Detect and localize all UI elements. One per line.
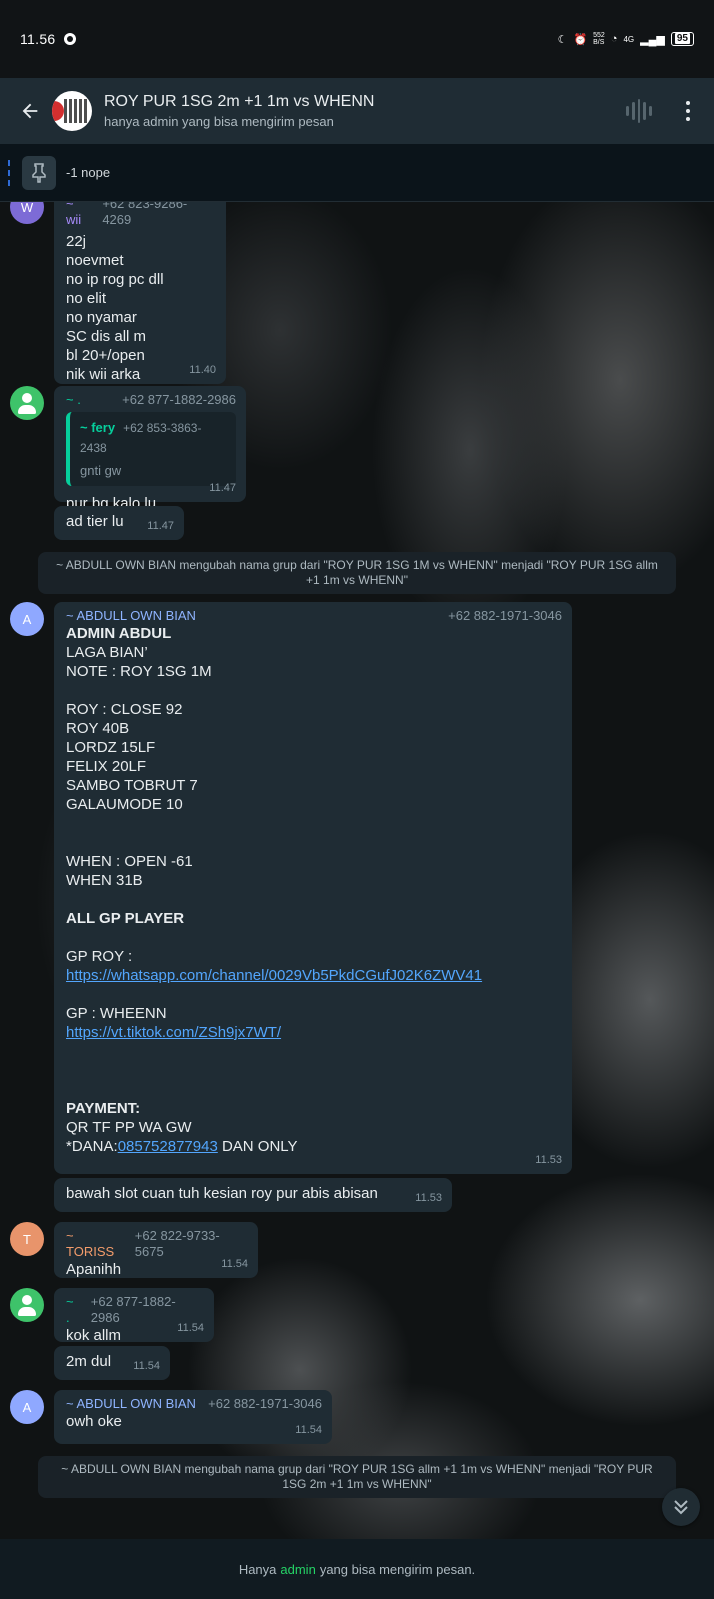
message-bubble[interactable]: ~ TORISS +62 822-9733-5675 Apanihh 11.54 (54, 1222, 258, 1278)
avatar[interactable]: A (10, 1390, 44, 1424)
chat-header: ROY PUR 1SG 2m +1 1m vs WHENN hanya admi… (0, 78, 714, 144)
sender-name: ~ ABDULL OWN BIAN (66, 1396, 196, 1411)
net-speed: 552 B/S (593, 32, 605, 46)
message-text: PAYMENT: (66, 1100, 141, 1117)
dnd-moon-icon: ☾ (557, 33, 568, 46)
message-text: owh oke (66, 1413, 122, 1430)
system-message: ~ ABDULL OWN BIAN mengubah nama grup dar… (38, 1456, 676, 1498)
sender-name: ~ . (66, 392, 81, 407)
message-time: 11.53 (415, 1192, 442, 1204)
message-list[interactable]: W ~ wii +62 823-9286-4269 22j noevmet no… (0, 202, 714, 1539)
message-time: 11.54 (177, 1322, 204, 1334)
gp-roy-link[interactable]: https://whatsapp.com/channel/0029Vb5PkdC… (66, 966, 562, 985)
message-bubble[interactable]: ~ . +62 877-1882-2986 ~ fery +62 853-3863… (54, 386, 246, 512)
message-bubble[interactable]: ad tier lu 11.47 (54, 506, 184, 540)
message-text: ALL GP PLAYER (66, 910, 185, 927)
group-info[interactable]: ROY PUR 1SG 2m +1 1m vs WHENN hanya admi… (104, 93, 374, 129)
message-bubble[interactable]: ~ wii +62 823-9286-4269 22j noevmet no i… (54, 202, 226, 384)
sender-name: ~ wii (66, 202, 82, 227)
message-time: 11.54 (133, 1360, 160, 1372)
message-sender: ~ ABDULL OWN BIAN +62 882-1971-3046 (66, 1396, 322, 1412)
avatar[interactable]: W (10, 202, 44, 224)
dana-number-link[interactable]: 085752877943 (118, 1138, 218, 1155)
admin-only-footer: Hanya admin yang bisa mengirim pesan. (0, 1539, 714, 1599)
sender-name: ~ . (66, 1294, 74, 1325)
sender-phone: +62 823-9286-4269 (102, 202, 188, 227)
message-time: 11.54 (221, 1258, 248, 1270)
status-bar: 11.56 ☾ ⏰ 552 B/S ◔ 4G ▂▄▆ 95 (0, 0, 714, 78)
admin-link[interactable]: admin (280, 1562, 315, 1577)
notification-icon (63, 33, 76, 45)
wifi-icon: ◔ (610, 33, 618, 45)
group-avatar[interactable] (52, 91, 92, 131)
message-bubble[interactable]: ~ . +62 877-1882-2986 kok allm 11.54 (54, 1288, 214, 1344)
message-text: ADMIN ABDUL (66, 625, 172, 642)
message-time: 11.53 (535, 1154, 562, 1166)
message-sender: ~ wii +62 823-9286-4269 (66, 202, 216, 228)
group-subtitle: hanya admin yang bisa mengirim pesan (104, 114, 334, 129)
message-sender: ~ ABDULL OWN BIAN +62 882-1971-3046 (66, 608, 562, 624)
message-bubble[interactable]: ~ ABDULL OWN BIAN +62 882-1971-3046 owh … (54, 1390, 332, 1444)
sender-name: ~ TORISS (66, 1228, 115, 1259)
pinned-indicator (8, 160, 11, 186)
group-title: ROY PUR 1SG 2m +1 1m vs WHENN (104, 93, 375, 110)
back-arrow-icon[interactable] (8, 89, 52, 133)
gp-wheenn-link[interactable]: https://vt.tiktok.com/ZSh9jx7WT/ (66, 1023, 562, 1042)
sender-phone: +62 877-1882-2986 (122, 392, 236, 407)
quoted-message[interactable]: ~ fery +62 853-3863-2438 gnti gw (66, 412, 236, 486)
message-time: 11.47 (147, 520, 174, 532)
signal-icon: ▂▄▆ (640, 33, 665, 46)
message-text: LAGA BIAN’ NOTE : ROY 1SG 1M ROY : CLOSE… (66, 644, 212, 889)
status-icons: ☾ ⏰ 552 B/S ◔ 4G ▂▄▆ 95 (558, 32, 694, 46)
status-time: 11.56 (20, 31, 56, 47)
pinned-text: -1 nope (66, 165, 111, 180)
avatar[interactable]: A (10, 602, 44, 636)
alarm-icon: ⏰ (573, 33, 588, 46)
message-bubble[interactable]: 2m dul 11.54 (54, 1346, 170, 1380)
sender-phone: +62 882-1971-3046 (448, 608, 562, 623)
message-time: 11.47 (209, 482, 236, 494)
quoted-sender: ~ fery (80, 420, 116, 435)
double-chevron-down-icon (674, 1500, 688, 1515)
message-bubble[interactable]: bawah slot cuan tuh kesian roy pur abis … (54, 1178, 452, 1212)
message-time: 11.40 (189, 364, 216, 376)
message-text: bawah slot cuan tuh kesian roy pur abis … (66, 1185, 378, 1202)
message-text: QR TF PP WA GW (66, 1119, 192, 1136)
more-options-icon[interactable] (680, 98, 696, 124)
avatar[interactable]: T (10, 1222, 44, 1256)
pin-icon (22, 155, 56, 190)
avatar[interactable] (10, 386, 44, 420)
voice-chat-icon[interactable] (626, 98, 652, 124)
message-time: 11.54 (295, 1424, 322, 1436)
network-type: 4G (623, 34, 635, 44)
message-text: GP : WHEENN (66, 1005, 167, 1022)
message-text: *DANA:085752877943 DAN ONLY (66, 1138, 298, 1155)
avatar[interactable] (10, 1288, 44, 1322)
sender-phone: +62 882-1971-3046 (208, 1396, 322, 1411)
sender-name: ~ ABDULL OWN BIAN (66, 608, 196, 623)
scroll-to-bottom-button[interactable] (662, 1488, 700, 1526)
battery-icon: 95 (670, 32, 694, 46)
pinned-message-bar[interactable]: -1 nope (0, 144, 714, 202)
message-bubble[interactable]: ~ ABDULL OWN BIAN +62 882-1971-3046 ADMI… (54, 602, 572, 1174)
message-text: GP ROY : (66, 948, 133, 965)
system-message: ~ ABDULL OWN BIAN mengubah nama grup dar… (38, 552, 676, 594)
quoted-text: gnti gw (80, 463, 122, 478)
message-sender: ~ . +62 877-1882-2986 (66, 392, 236, 408)
